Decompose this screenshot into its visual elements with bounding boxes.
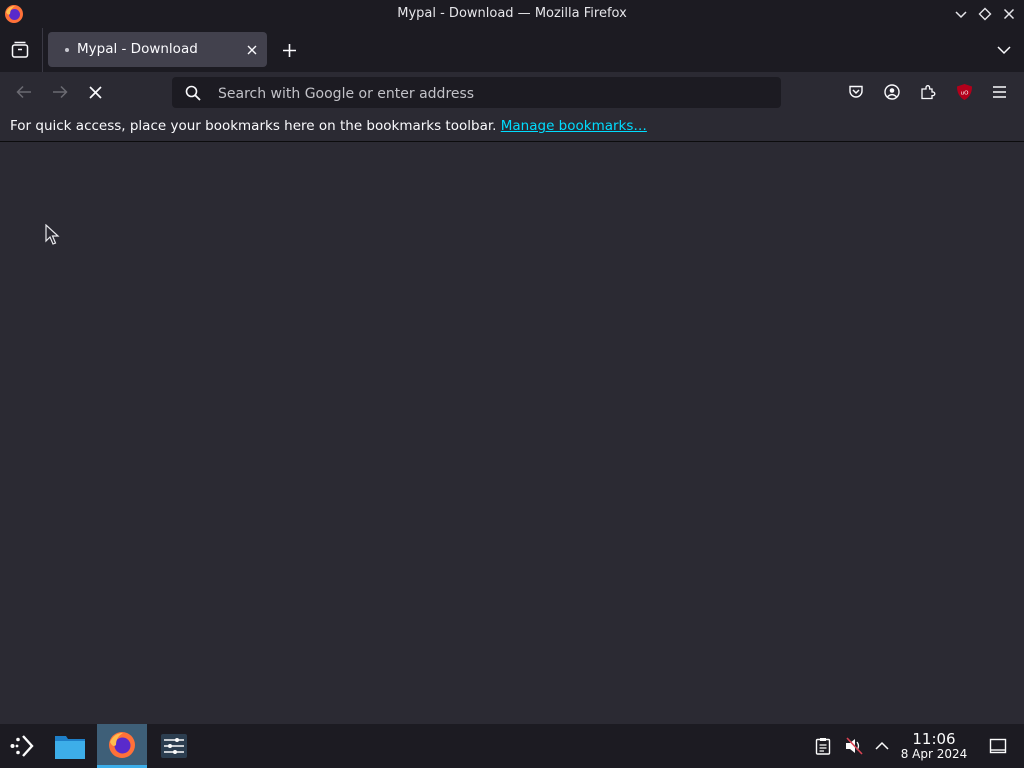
show-hidden-icons-icon[interactable]	[874, 739, 890, 753]
firefox-view-icon[interactable]	[10, 41, 30, 59]
extensions-icon[interactable]	[920, 84, 936, 100]
address-input[interactable]	[216, 77, 760, 110]
back-icon[interactable]	[15, 84, 33, 100]
ublock-origin-icon[interactable]: uO	[956, 83, 973, 101]
firefox-taskbar-icon	[107, 730, 137, 760]
list-all-tabs-icon[interactable]	[996, 44, 1012, 56]
manage-bookmarks-link[interactable]: Manage bookmarks…	[501, 118, 647, 134]
search-icon	[185, 85, 201, 101]
pocket-icon[interactable]	[848, 84, 864, 100]
clock-time[interactable]: 11:06	[896, 730, 972, 748]
account-icon[interactable]	[884, 84, 900, 100]
url-bar[interactable]	[172, 77, 781, 110]
tab-loading-indicator	[65, 48, 69, 52]
file-manager-icon[interactable]	[54, 732, 86, 760]
bookmarks-hint-text: For quick access, place your bookmarks h…	[10, 118, 497, 134]
close-window-icon[interactable]	[1002, 7, 1016, 21]
volume-muted-icon[interactable]	[844, 737, 864, 755]
mouse-cursor-icon	[45, 224, 61, 246]
window-title: Mypal - Download — Mozilla Firefox	[397, 6, 627, 21]
forward-icon[interactable]	[51, 84, 69, 100]
new-tab-icon[interactable]	[282, 43, 297, 58]
stop-loading-icon[interactable]	[88, 85, 103, 100]
tab-divider	[42, 28, 43, 72]
tab-strip: Mypal - Download	[0, 28, 1024, 72]
bookmarks-empty-message: For quick access, place your bookmarks h…	[10, 112, 647, 140]
taskbar-firefox-task[interactable]	[97, 724, 147, 768]
bookmarks-toolbar: For quick access, place your bookmarks h…	[0, 112, 1024, 142]
svg-text:uO: uO	[961, 91, 969, 97]
minimize-icon[interactable]	[954, 7, 968, 21]
tab-label: Mypal - Download	[77, 41, 198, 57]
page-content-area[interactable]	[0, 142, 1024, 724]
close-tab-icon[interactable]	[246, 44, 258, 56]
navigation-toolbar: uO	[0, 72, 1024, 112]
clock-date[interactable]: 8 Apr 2024	[896, 747, 972, 761]
clipboard-icon[interactable]	[815, 737, 831, 755]
show-desktop-icon[interactable]	[989, 737, 1007, 755]
application-launcher-icon[interactable]	[9, 733, 35, 759]
app-menu-icon[interactable]	[992, 85, 1007, 99]
window-titlebar[interactable]: Mypal - Download — Mozilla Firefox	[0, 0, 1024, 28]
maximize-icon[interactable]	[978, 7, 992, 21]
system-settings-icon[interactable]	[160, 733, 188, 759]
taskbar: 11:06 8 Apr 2024	[0, 724, 1024, 768]
tab-mypal-download[interactable]: Mypal - Download	[48, 32, 267, 67]
